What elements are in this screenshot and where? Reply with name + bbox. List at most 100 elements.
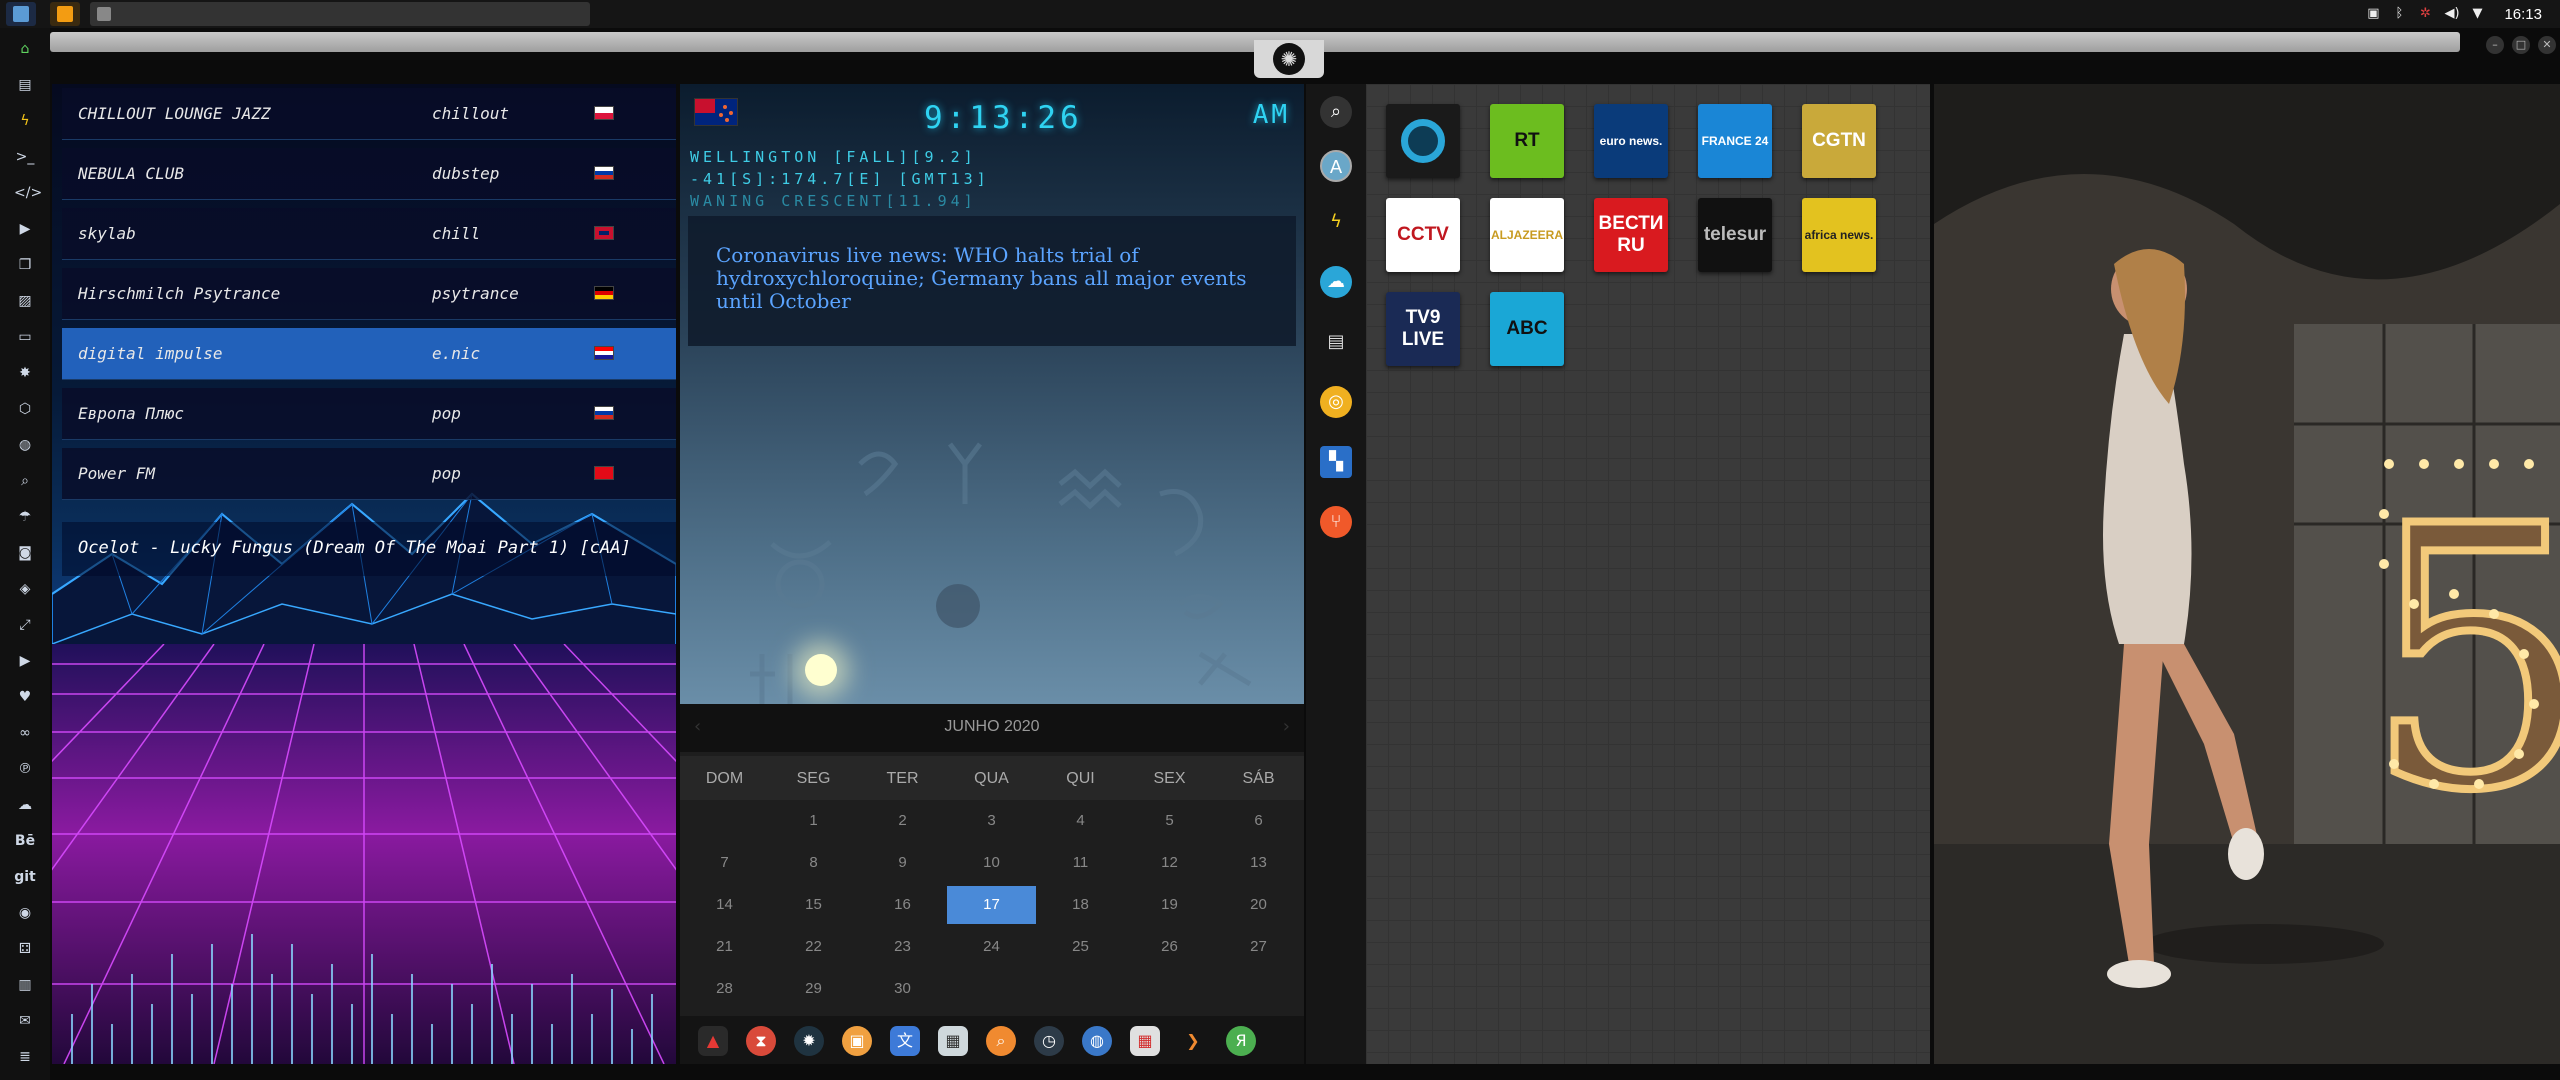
translate-icon[interactable]: 文 <box>890 1026 920 1056</box>
next-month-icon[interactable]: › <box>1283 716 1290 737</box>
window-tab[interactable] <box>90 2 590 26</box>
umbrella-icon[interactable]: ☂ <box>14 506 36 528</box>
chart-icon[interactable]: ▚ <box>1320 446 1352 478</box>
contact-icon[interactable]: ◙ <box>14 542 36 564</box>
play-icon[interactable]: ▶ <box>14 218 36 240</box>
calendar-day[interactable]: 18 <box>1036 886 1125 924</box>
search-icon[interactable]: ⌕ <box>14 470 36 492</box>
infinity-icon[interactable]: ∞ <box>14 722 36 744</box>
station-row[interactable]: skylab chill <box>62 208 676 260</box>
behance-icon[interactable]: Bē <box>14 830 36 852</box>
sublime-text-tab[interactable] <box>50 2 80 26</box>
minimize-button[interactable]: – <box>2486 36 2504 54</box>
tag-icon[interactable]: ◈ <box>14 578 36 600</box>
magnifier-icon[interactable]: ⌕ <box>986 1026 1016 1056</box>
calendar-day-today[interactable]: 17 <box>947 886 1036 924</box>
calendar-day[interactable]: 10 <box>947 844 1036 882</box>
panel-clock[interactable]: 16:13 <box>2504 6 2542 23</box>
aperture-icon[interactable]: ✸ <box>14 362 36 384</box>
tv-channel-tile[interactable]: ABC <box>1490 292 1564 366</box>
calendar-day[interactable]: 12 <box>1125 844 1214 882</box>
calendar-day[interactable]: 19 <box>1125 886 1214 924</box>
git-icon[interactable]: git <box>14 866 36 888</box>
news-ticker[interactable]: Coronavirus live news: WHO halts trial o… <box>688 216 1296 346</box>
volume-icon[interactable]: ◀) <box>2444 7 2459 21</box>
tv-channel-tile[interactable]: ALJAZEERA <box>1490 198 1564 272</box>
clock-icon[interactable]: ◷ <box>1034 1026 1064 1056</box>
calendar-day[interactable]: 14 <box>680 886 769 924</box>
bluetooth-icon[interactable]: ᛒ <box>2392 7 2406 21</box>
file-manager-tab[interactable] <box>6 2 36 26</box>
map-icon[interactable]: ▥ <box>14 974 36 996</box>
tv-channel-tile[interactable]: africa news. <box>1802 198 1876 272</box>
calendar-day[interactable]: 22 <box>769 928 858 966</box>
calendar-day[interactable]: 21 <box>680 928 769 966</box>
station-row[interactable]: Европа Плюс pop <box>62 388 676 440</box>
arrow-icon[interactable]: ❯ <box>1178 1026 1208 1056</box>
lightning-icon[interactable]: ϟ <box>14 110 36 132</box>
calendar-day[interactable]: 16 <box>858 886 947 924</box>
station-row[interactable]: Hirschmilch Psytrance psytrance <box>62 268 676 320</box>
calendar-day[interactable]: 26 <box>1125 928 1214 966</box>
station-row[interactable]: Power FM pop <box>62 448 676 500</box>
search-icon[interactable]: ⌕ <box>1320 96 1352 128</box>
calendar-day[interactable]: 29 <box>769 970 858 1008</box>
image-icon[interactable]: ▨ <box>14 290 36 312</box>
calendar-day[interactable]: 4 <box>1036 802 1125 840</box>
cloud-icon[interactable]: ☁ <box>14 794 36 816</box>
maximize-button[interactable]: □ <box>2512 36 2530 54</box>
cinnamon-icon[interactable]: ✹ <box>794 1026 824 1056</box>
globe-icon[interactable]: ◍ <box>1082 1026 1112 1056</box>
arch-icon[interactable]: ▲ <box>698 1026 728 1056</box>
tv-channel-tile[interactable]: FRANCE 24 <box>1698 104 1772 178</box>
calendar-day[interactable]: 15 <box>769 886 858 924</box>
cubes-icon[interactable]: ⚃ <box>14 938 36 960</box>
calendar-icon[interactable]: ▦ <box>1130 1026 1160 1056</box>
calendar-day[interactable]: 11 <box>1036 844 1125 882</box>
mail-icon[interactable]: ✉ <box>14 1010 36 1032</box>
tv-channel-tile[interactable]: TV9 LIVE <box>1386 292 1460 366</box>
satellite-icon[interactable]: ◎ <box>1320 386 1352 418</box>
wifi-icon[interactable]: ▼ <box>2470 7 2484 21</box>
clapperboard-icon[interactable]: ▤ <box>1320 326 1352 358</box>
cloud-icon[interactable]: ☁ <box>1320 266 1352 298</box>
terminal-icon[interactable]: >_ <box>14 146 36 168</box>
calendar-day[interactable]: 9 <box>858 844 947 882</box>
appstore-icon[interactable]: A <box>1320 150 1352 182</box>
youtube-icon[interactable]: ▶ <box>14 650 36 672</box>
calendar-day[interactable]: 6 <box>1214 802 1303 840</box>
tv-channel-tile[interactable]: ВЕСТИ RU <box>1594 198 1668 272</box>
calendar-day[interactable]: 23 <box>858 928 947 966</box>
pikachu-icon[interactable]: ϟ <box>1320 206 1352 238</box>
calendar-day[interactable]: 5 <box>1125 802 1214 840</box>
calendar-day[interactable]: 3 <box>947 802 1036 840</box>
id-card-icon[interactable]: ▭ <box>14 326 36 348</box>
list-icon[interactable]: ≣ <box>14 1046 36 1068</box>
news-headline[interactable]: Coronavirus live news: WHO halts trial o… <box>716 244 1276 313</box>
tv-channel-tile[interactable]: CGTN <box>1802 104 1876 178</box>
calendar-day[interactable]: 7 <box>680 844 769 882</box>
station-row[interactable]: NEBULA CLUB dubstep <box>62 148 676 200</box>
rebel-alliance-tab[interactable]: ✺ <box>1254 40 1324 78</box>
tv-channel-tile[interactable]: CCTV <box>1386 198 1460 272</box>
calendar-day[interactable]: 24 <box>947 928 1036 966</box>
github-icon[interactable]: ◉ <box>14 902 36 924</box>
hourglass-icon[interactable]: ⧗ <box>746 1026 776 1056</box>
copy-icon[interactable]: ❐ <box>14 254 36 276</box>
browser-icon[interactable]: ▦ <box>938 1026 968 1056</box>
image-viewer-icon[interactable]: ▣ <box>842 1026 872 1056</box>
image-icon[interactable]: ▣ <box>2366 7 2380 21</box>
station-row[interactable]: digital impulse e.nic <box>62 328 676 380</box>
code-icon[interactable]: </> <box>14 182 42 204</box>
station-row[interactable]: CHILLOUT LOUNGE JAZZ chillout <box>62 88 676 140</box>
food-icon[interactable]: ⑂ <box>1320 506 1352 538</box>
close-button[interactable]: ✕ <box>2538 36 2556 54</box>
heart-icon[interactable]: ♥ <box>14 686 36 708</box>
calendar-day[interactable]: 30 <box>858 970 947 1008</box>
tv-channel-tile[interactable]: RT <box>1490 104 1564 178</box>
calendar-day[interactable]: 13 <box>1214 844 1303 882</box>
calendar-day[interactable]: 27 <box>1214 928 1303 966</box>
globe-icon[interactable]: ◍ <box>14 434 36 456</box>
tv-channel-tile[interactable]: telesur <box>1698 198 1772 272</box>
calendar-day[interactable]: 1 <box>769 802 858 840</box>
